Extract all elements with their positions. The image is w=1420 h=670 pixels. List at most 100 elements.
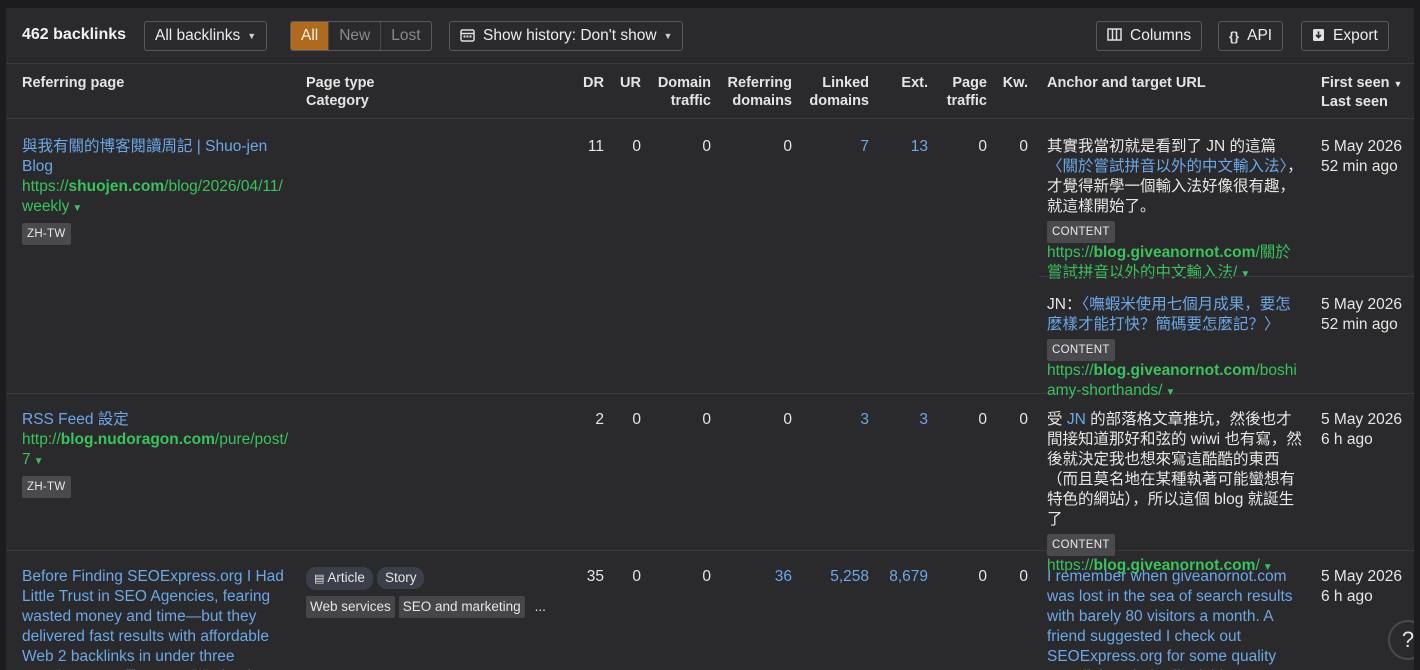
seen-cell: 5 May 2026 6 h ago — [1321, 410, 1402, 450]
header-referring-domains[interactable]: Referring domains — [716, 74, 792, 110]
export-button[interactable]: Export — [1301, 21, 1389, 51]
table-row: 與我有關的博客閱讀周記 | Shuo-jen Blog https://shuo… — [6, 119, 1414, 399]
chevron-down-icon: ▼ — [247, 31, 257, 41]
kw-value: 0 — [1019, 138, 1028, 155]
status-segmented-control: All New Lost — [290, 21, 432, 51]
seen-cell: 5 May 2026 6 h ago — [1321, 567, 1402, 607]
last-seen-value: 6 h ago — [1321, 431, 1373, 448]
show-history-label: Show history: Don't show — [483, 27, 657, 44]
sort-desc-icon: ▼ — [1393, 79, 1403, 89]
header-referring-page[interactable]: Referring page — [22, 74, 124, 92]
header-page-type[interactable]: Page type Category — [306, 74, 375, 110]
last-seen-value: 6 h ago — [1321, 588, 1373, 605]
caret-down-icon[interactable]: ▼ — [72, 203, 82, 214]
referring-page-cell: RSS Feed 設定 http://blog.nudoragon.com/pu… — [22, 410, 290, 498]
backlinks-filter-dropdown[interactable]: All backlinks ▼ — [144, 21, 268, 51]
export-label: Export — [1333, 27, 1378, 44]
ur-value: 0 — [632, 138, 641, 155]
content-tag: CONTENT — [1047, 339, 1115, 361]
download-icon — [1312, 28, 1325, 45]
columns-label: Columns — [1130, 27, 1192, 44]
header-page-traffic-line2: traffic — [946, 93, 987, 109]
table-row: Before Finding SEOExpress.org I Had Litt… — [6, 551, 1414, 670]
category-chip: Web services — [306, 596, 395, 618]
anchor-text: 其實我當初就是看到了 JN 的這篇 — [1047, 138, 1277, 155]
seen-cell: 5 May 2026 52 min ago — [1321, 137, 1402, 177]
table-row: RSS Feed 設定 http://blog.nudoragon.com/pu… — [6, 394, 1414, 574]
url-prefix: https:// — [22, 178, 69, 195]
referring-page-title[interactable]: Before Finding SEOExpress.org I Had Litt… — [22, 567, 290, 670]
more-categories[interactable]: ... — [535, 599, 546, 614]
header-page-type-label: Page type — [306, 75, 375, 91]
seg-all[interactable]: All — [291, 22, 329, 50]
first-seen-value: 5 May 2026 — [1321, 138, 1402, 155]
linked-domains-value[interactable]: 3 — [801, 410, 869, 430]
first-seen-value: 5 May 2026 — [1321, 411, 1402, 428]
chevron-down-icon: ▼ — [663, 31, 673, 41]
url-domain: blog.giveanornot.com — [1093, 244, 1256, 261]
calendar-icon — [460, 28, 475, 45]
header-page-traffic[interactable]: Page traffic — [931, 74, 987, 110]
anchor-link[interactable]: I remember when giveanornot.com was lost… — [1047, 567, 1305, 670]
referring-page-cell: 與我有關的博客閱讀周記 | Shuo-jen Blog https://shuo… — [22, 137, 290, 245]
backlinks-panel: 462 backlinks All backlinks ▼ All New Lo… — [6, 8, 1414, 670]
header-dr[interactable]: DR — [566, 74, 604, 92]
referring-page-url[interactable]: http://blog.nudoragon.com/pure/post/7 ▼ — [22, 430, 290, 472]
header-domain-traffic[interactable]: Domain traffic — [646, 74, 711, 110]
anchor-link[interactable]: JN — [1067, 411, 1086, 428]
kw-value: 0 — [1019, 411, 1028, 428]
article-icon: ▤ — [314, 573, 325, 585]
referring-domains-value: 0 — [783, 411, 792, 428]
page-traffic-value: 0 — [978, 138, 987, 155]
ext-value[interactable]: 13 — [876, 137, 928, 157]
page-traffic-value: 0 — [978, 568, 987, 585]
url-domain: shuojen.com — [68, 178, 165, 195]
language-tag: ZH-TW — [22, 223, 71, 245]
backlinks-count: 462 backlinks — [22, 26, 127, 43]
header-anchor[interactable]: Anchor and target URL — [1047, 74, 1206, 92]
header-domain-traffic-line1: Domain — [657, 75, 711, 91]
anchor-link[interactable]: 〈嘸蝦米使用七個月成果，要怎麼樣才能打快？簡碼要怎麼記？〉 — [1047, 296, 1291, 333]
linked-domains-value[interactable]: 7 — [801, 137, 869, 157]
domain-traffic-value: 0 — [702, 568, 711, 585]
url-prefix: https:// — [1047, 362, 1094, 379]
referring-page-url[interactable]: https://shuojen.com/blog/2026/04/11/week… — [22, 177, 290, 219]
header-linked-domains-line1: Linked — [822, 75, 869, 91]
last-seen-value: 52 min ago — [1321, 316, 1398, 333]
header-category-label: Category — [306, 93, 369, 109]
first-seen-value: 5 May 2026 — [1321, 568, 1402, 585]
referring-domains-value[interactable]: 36 — [716, 567, 792, 587]
caret-down-icon[interactable]: ▼ — [34, 456, 44, 467]
seg-lost[interactable]: Lost — [380, 22, 430, 50]
anchor-cell: JN：〈嘸蝦米使用七個月成果，要怎麼樣才能打快？簡碼要怎麼記？〉 CONTENT… — [1047, 295, 1305, 403]
header-domain-traffic-line2: traffic — [670, 93, 711, 109]
anchor-text: 受 — [1047, 411, 1063, 428]
referring-page-title[interactable]: RSS Feed 設定 — [22, 410, 290, 430]
show-history-dropdown[interactable]: Show history: Don't show ▼ — [449, 21, 684, 51]
header-linked-domains[interactable]: Linked domains — [801, 74, 869, 110]
header-linked-domains-line2: domains — [809, 93, 869, 109]
referring-page-title[interactable]: 與我有關的博客閱讀周記 | Shuo-jen Blog — [22, 137, 290, 177]
dr-value: 11 — [587, 138, 604, 155]
page-traffic-value: 0 — [978, 411, 987, 428]
api-button[interactable]: {} API — [1218, 21, 1284, 51]
ext-value[interactable]: 8,679 — [876, 567, 928, 587]
anchor-text-post: 的部落格文章推坑，然後也才間接知道那好和弦的 wiwi 也有寫，然後就決定我也想… — [1047, 411, 1302, 528]
referring-page-cell: Before Finding SEOExpress.org I Had Litt… — [22, 567, 290, 670]
referring-domains-value: 0 — [783, 138, 792, 155]
toolbar: 462 backlinks All backlinks ▼ All New Lo… — [6, 8, 1414, 64]
header-first-seen[interactable]: First seen ▼ Last seen — [1321, 74, 1402, 111]
content-tag: CONTENT — [1047, 221, 1115, 243]
dr-value: 35 — [586, 568, 604, 585]
header-ext[interactable]: Ext. — [876, 74, 928, 92]
ur-value: 0 — [632, 568, 641, 585]
columns-button[interactable]: Columns — [1096, 21, 1203, 51]
header-kw[interactable]: Kw. — [991, 74, 1028, 92]
ext-value[interactable]: 3 — [876, 410, 928, 430]
page-type-label: Article — [327, 570, 365, 585]
domain-traffic-value: 0 — [702, 138, 711, 155]
seg-new[interactable]: New — [328, 22, 380, 50]
linked-domains-value[interactable]: 5,258 — [801, 567, 869, 587]
header-ur[interactable]: UR — [606, 74, 641, 92]
anchor-link[interactable]: 〈關於嘗試拼音以外的中文輸入法〉 — [1047, 158, 1287, 175]
